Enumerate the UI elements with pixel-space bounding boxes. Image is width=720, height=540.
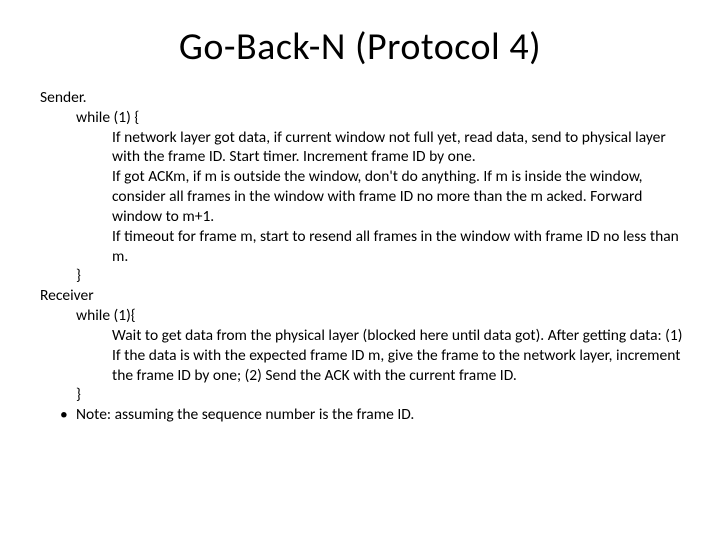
sender-line-2: If got ACKm, if m is outside the window,… <box>112 167 684 226</box>
receiver-while-close: } <box>76 385 684 405</box>
sender-while-close: } <box>76 266 684 286</box>
note-text: Note: assuming the sequence number is th… <box>76 405 414 424</box>
receiver-while-open: while (1){ <box>76 306 684 326</box>
sender-line-3: If timeout for frame m, start to resend … <box>112 227 684 267</box>
receiver-label: Receiver <box>40 286 684 306</box>
slide-title: Go-Back-N (Protocol 4) <box>0 24 720 70</box>
receiver-line-1: Wait to get data from the physical layer… <box>112 326 684 385</box>
slide: Go-Back-N (Protocol 4) Sender. while (1)… <box>0 24 720 540</box>
sender-while-open: while (1) { <box>76 108 684 128</box>
note-row: • Note: assuming the sequence number is … <box>76 405 684 425</box>
sender-label: Sender. <box>40 88 684 108</box>
bullet-icon: • <box>60 405 68 425</box>
slide-body: Sender. while (1) { If network layer got… <box>0 88 720 425</box>
sender-line-1: If network layer got data, if current wi… <box>112 128 684 168</box>
